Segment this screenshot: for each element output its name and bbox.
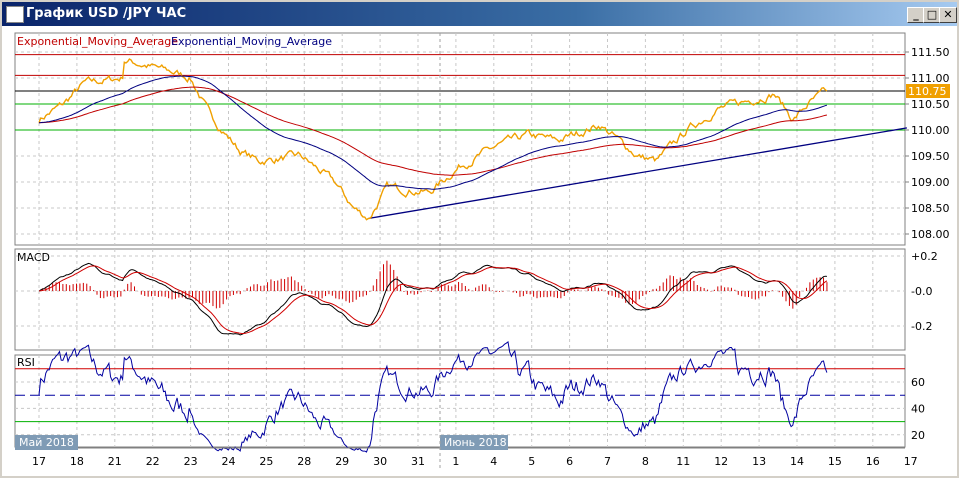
date-tick-label: 21 [108, 455, 122, 468]
date-tick-label: 24 [222, 455, 236, 468]
date-tick-label: 23 [184, 455, 198, 468]
rsi-axis-label: 40 [911, 402, 925, 415]
date-tick-label: 25 [259, 455, 273, 468]
legend-ema-blue: Exponential_Moving_Average [171, 35, 332, 48]
legend-ema-red: Exponential_Moving_Average [17, 35, 178, 48]
price-axis-label: 109.50 [911, 150, 950, 163]
date-tick-label: 14 [790, 455, 804, 468]
date-tick-label: 17 [904, 455, 918, 468]
date-tick-label: 16 [866, 455, 880, 468]
macd-axis-label: +0.2 [911, 250, 938, 263]
date-tick-label: 5 [528, 455, 535, 468]
macd-axis-label: -0.0 [911, 285, 932, 298]
chart-canvas[interactable]: Exponential_Moving_Average Exponential_M… [0, 0, 959, 478]
macd-title: MACD [17, 251, 50, 264]
month-label: Июнь 2018 [444, 436, 507, 449]
date-tick-label: 30 [373, 455, 387, 468]
macd-axis-label: -0.2 [911, 320, 932, 333]
date-tick-label: 15 [828, 455, 842, 468]
macd-panel-frame [14, 248, 906, 351]
rsi-axis-label: 60 [911, 376, 925, 389]
price-axis-label: 109.00 [911, 176, 950, 189]
date-tick-label: 8 [642, 455, 649, 468]
macd-panel [14, 248, 906, 351]
date-tick-label: 4 [490, 455, 497, 468]
date-tick-label: 28 [297, 455, 311, 468]
price-axis-label: 108.00 [911, 228, 950, 241]
date-tick-label: 1 [452, 455, 459, 468]
price-axis-label: 110.00 [911, 124, 950, 137]
rsi-axis-label: 20 [911, 429, 925, 442]
date-tick-label: 7 [604, 455, 611, 468]
date-tick-label: 11 [676, 455, 690, 468]
date-tick-label: 6 [566, 455, 573, 468]
price-axis-label: 108.50 [911, 202, 950, 215]
rsi-title: RSI [17, 356, 35, 369]
price-axis-label: 110.50 [911, 98, 950, 111]
price-axis-label: 111.50 [911, 46, 950, 59]
month-label: Май 2018 [19, 436, 74, 449]
current-price-label: 110.75 [908, 85, 947, 98]
date-tick-label: 29 [335, 455, 349, 468]
date-tick-label: 17 [32, 455, 46, 468]
date-tick-label: 31 [411, 455, 425, 468]
date-tick-label: 13 [752, 455, 766, 468]
date-tick-label: 12 [714, 455, 728, 468]
price-axis-label: 111.00 [911, 72, 950, 85]
date-tick-label: 18 [70, 455, 84, 468]
date-tick-label: 22 [146, 455, 160, 468]
